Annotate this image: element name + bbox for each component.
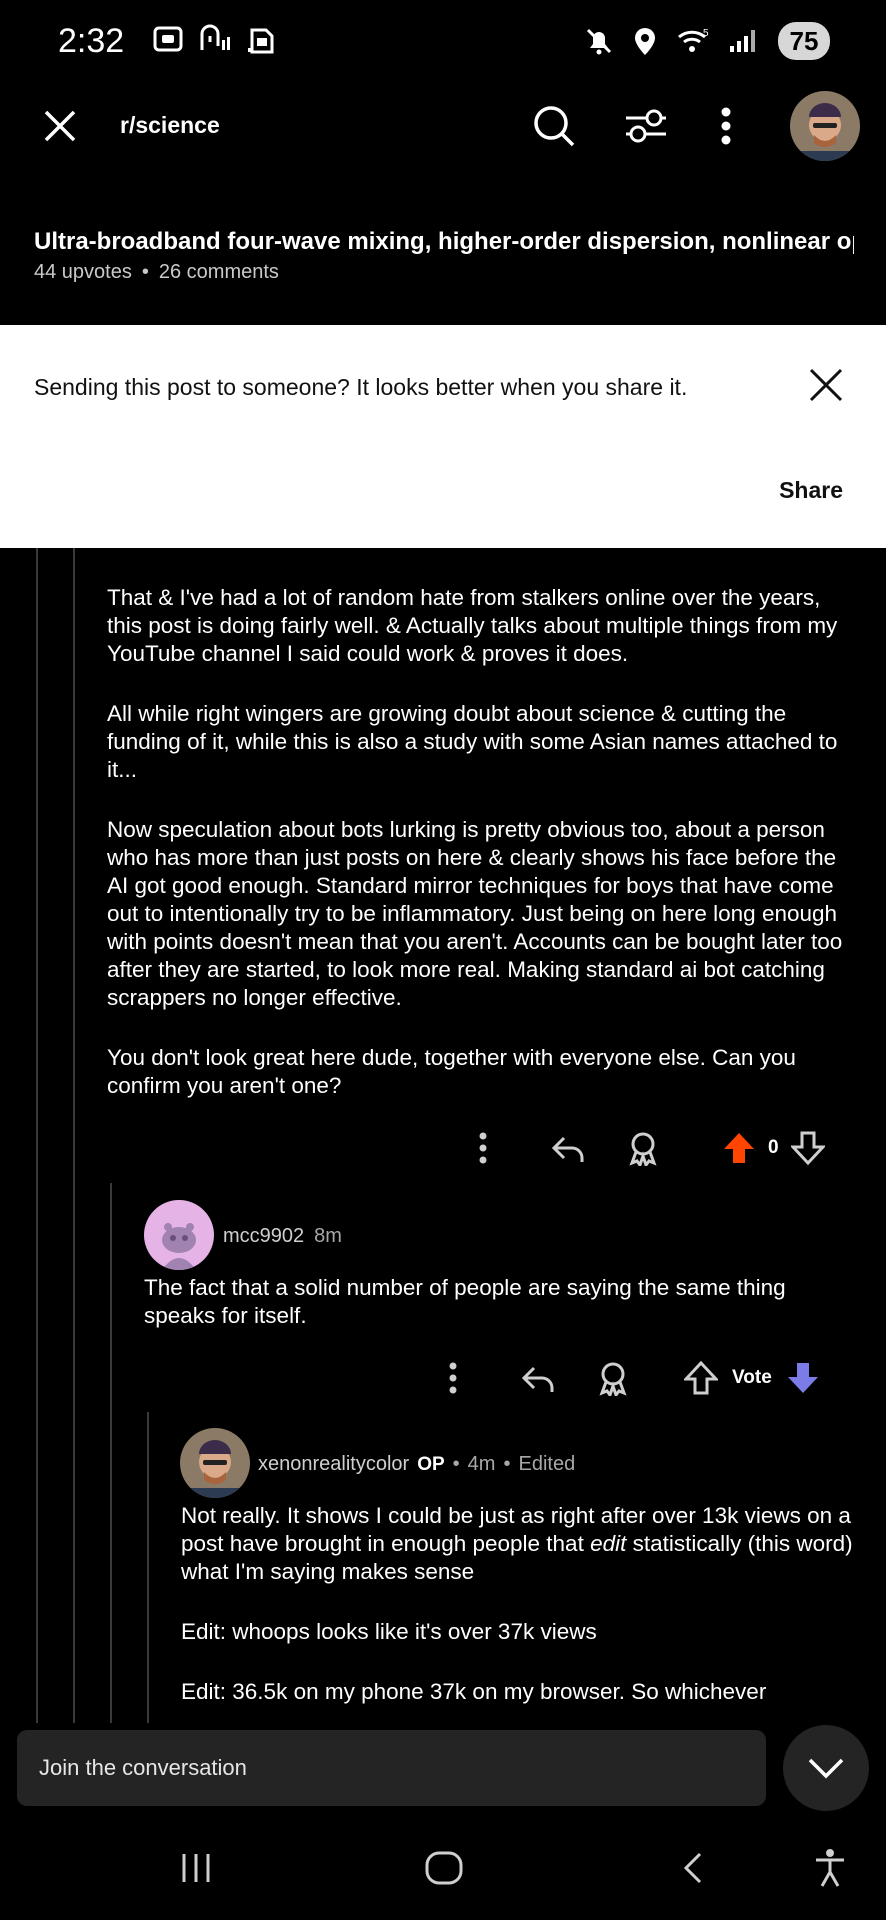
status-time: 2:32	[58, 22, 125, 60]
meta-separator: •	[141, 261, 149, 283]
system-nav-bar	[0, 1820, 886, 1920]
more-options-icon[interactable]	[478, 1130, 488, 1166]
subreddit-name[interactable]: r/science	[120, 112, 220, 139]
edited-label: Edited	[518, 1453, 576, 1475]
collapse-button[interactable]	[783, 1725, 869, 1811]
location-icon	[632, 26, 658, 56]
comment-paragraph: That & I've had a lot of random hate fro…	[107, 585, 838, 666]
upvote-icon[interactable]	[684, 1360, 718, 1396]
meta-separator: •	[452, 1453, 460, 1475]
vote-label: Vote	[732, 1367, 772, 1388]
downvote-icon[interactable]	[786, 1360, 820, 1396]
comment-paragraph: Edit: whoops looks like it's over 37k vi…	[181, 1619, 597, 1644]
user-avatar[interactable]	[180, 1428, 250, 1498]
home-icon[interactable]	[424, 1850, 464, 1886]
status-left-icons	[152, 24, 278, 54]
meta-separator: •	[503, 1453, 511, 1475]
comment-text-italic: edit	[590, 1531, 627, 1556]
status-right-icons: 5 75	[584, 22, 830, 60]
comment-header: mcc9902 8m	[223, 1225, 342, 1248]
upvote-icon[interactable]	[722, 1130, 756, 1166]
comment-paragraph: Edit: 36.5k on my phone 37k on my browse…	[181, 1679, 767, 1704]
sim-icon	[246, 24, 278, 54]
comments-count: 26 comments	[158, 261, 279, 283]
signal-icon	[728, 26, 760, 56]
comment-paragraph: Not really. It shows I could be just as …	[181, 1502, 861, 1586]
user-avatar[interactable]	[144, 1200, 214, 1270]
thread-line[interactable]	[147, 1412, 149, 1723]
close-icon[interactable]	[40, 106, 80, 146]
award-icon[interactable]	[626, 1130, 660, 1166]
comment-header: xenonrealitycolor OP • 4m • Edited	[258, 1453, 575, 1476]
comment-body: The fact that a solid number of people a…	[144, 1275, 786, 1328]
search-icon[interactable]	[530, 102, 578, 150]
op-badge: OP	[417, 1453, 445, 1475]
wifi-icon: 5	[676, 26, 710, 56]
svg-text:5: 5	[703, 28, 709, 39]
mute-icon	[584, 26, 614, 56]
award-icon[interactable]	[596, 1360, 630, 1396]
share-banner: Sending this post to someone? It looks b…	[0, 325, 886, 548]
comment-actions: Vote	[448, 1360, 820, 1396]
thread-line[interactable]	[36, 548, 38, 1723]
reply-icon[interactable]	[520, 1360, 556, 1396]
join-conversation-input[interactable]: Join the conversation	[17, 1730, 766, 1806]
downvote-icon[interactable]	[790, 1130, 825, 1166]
post-meta: 44 upvotes • 26 comments	[34, 261, 279, 284]
filter-icon[interactable]	[622, 104, 670, 148]
comment-body: Not really. It shows I could be just as …	[181, 1502, 861, 1738]
share-button[interactable]: Share	[779, 477, 843, 504]
chevron-down-icon	[806, 1756, 846, 1780]
reply-icon[interactable]	[550, 1130, 586, 1166]
vote-count: 0	[768, 1137, 779, 1158]
more-vertical-icon[interactable]	[720, 106, 732, 146]
nfc-icon	[198, 24, 232, 54]
battery-level: 75	[778, 22, 830, 60]
back-icon[interactable]	[678, 1850, 708, 1886]
recent-apps-icon[interactable]	[178, 1850, 214, 1886]
join-conversation-placeholder: Join the conversation	[39, 1755, 247, 1780]
comment-paragraph: All while right wingers are growing doub…	[107, 701, 838, 782]
post-title[interactable]: Ultra-broadband four-wave mixing, higher…	[34, 228, 854, 256]
share-banner-message: Sending this post to someone? It looks b…	[34, 374, 688, 400]
more-options-icon[interactable]	[448, 1360, 458, 1396]
comment-actions: 0	[478, 1130, 825, 1166]
thread-line[interactable]	[110, 1183, 112, 1723]
comment-time: 8m	[314, 1225, 342, 1247]
comment-paragraph: Now speculation about bots lurking is pr…	[107, 817, 843, 1010]
avatar[interactable]	[790, 91, 860, 161]
username[interactable]: xenonrealitycolor	[258, 1453, 409, 1476]
comment-body: That & I've had a lot of random hate fro…	[107, 584, 852, 1132]
comment-paragraph: You don't look great here dude, together…	[107, 1045, 796, 1098]
screenshot-icon	[152, 24, 184, 54]
comment-time: 4m	[467, 1453, 496, 1475]
accessibility-icon[interactable]	[812, 1848, 848, 1888]
username[interactable]: mcc9902	[223, 1225, 304, 1248]
dismiss-banner-icon[interactable]	[808, 367, 844, 403]
upvotes-count: 44 upvotes	[34, 261, 132, 283]
thread-line[interactable]	[73, 548, 75, 1723]
